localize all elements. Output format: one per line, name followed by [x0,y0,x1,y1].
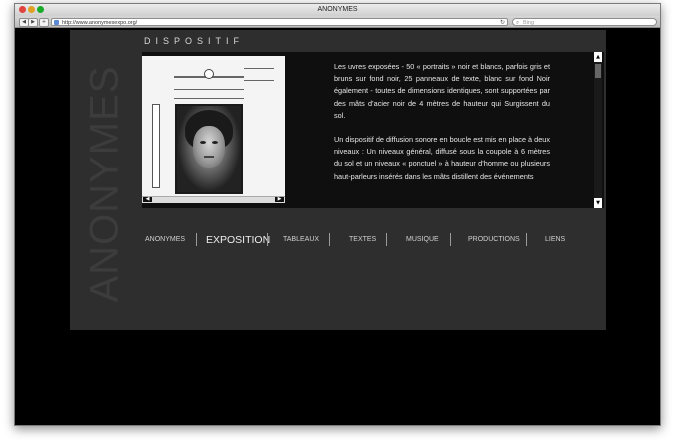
portrait-image [175,104,243,194]
diagram-image: ◀ ▶ [142,56,285,203]
browser-toolbar: ◀ ▶ + http://www.anonymesexpo.org/ ↻ ⌕ B… [15,16,660,28]
nav-item-textes[interactable]: TEXTES [349,232,376,248]
nav-item-tableaux[interactable]: TABLEAUX [283,232,319,248]
nav-separator [526,233,527,246]
scroll-left-icon[interactable]: ◀ [143,197,152,202]
nav-item-exposition[interactable]: EXPOSITION [206,232,270,248]
nav-item-productions[interactable]: PRODUCTIONS [468,232,520,248]
close-window-button[interactable] [19,6,26,13]
nav-separator [329,233,330,246]
address-url: http://www.anonymesexpo.org/ [62,20,138,26]
diagram-callout [244,68,274,69]
nav-item-anonymes[interactable]: ANONYMES [145,232,185,248]
description-text: Les uvres exposées - 50 « portraits » no… [334,61,550,195]
content-strip: ◀ ▶ Les uvres exposées - 50 « portraits … [142,52,604,208]
browser-window: ANONYMES ◀ ▶ + http://www.anonymesexpo.o… [14,3,661,426]
portrait-eye-right [212,141,218,144]
nav-separator [386,233,387,246]
forward-arrow-icon[interactable]: ▶ [28,18,38,27]
main-nav: ANONYMES EXPOSITION TABLEAUX TEXTES MUSI… [142,232,582,248]
vertical-brand-watermark: ANONYMES [82,65,127,303]
window-title: ANONYMES [317,6,358,13]
zoom-window-button[interactable] [37,6,44,13]
search-input[interactable]: ⌕ Bing [512,18,657,26]
portrait-mouth [204,156,214,158]
diagram-mast [152,104,160,188]
scroll-right-icon[interactable]: ▶ [275,197,284,202]
image-scrollbar[interactable]: ◀ ▶ [142,196,285,203]
scroll-up-icon[interactable]: ▲ [594,52,602,62]
page-viewport: ANONYMES DISPOSITIF ◀ ▶ Les uvres exposé… [15,28,660,425]
text-scrollbar[interactable]: ▲ ▼ [594,52,602,208]
diagram-dim-line [174,89,244,90]
scroll-down-icon[interactable]: ▼ [594,198,602,208]
diagram-callout-2 [244,80,274,81]
favicon-icon [54,20,59,25]
paragraph: Les uvres exposées - 50 « portraits » no… [334,62,550,120]
address-bar[interactable]: http://www.anonymesexpo.org/ ↻ [51,18,508,26]
portrait-face [193,126,225,168]
titlebar: ANONYMES [15,4,660,16]
section-title: DISPOSITIF [144,36,245,46]
scroll-thumb[interactable] [595,64,601,78]
minimize-window-button[interactable] [28,6,35,13]
reload-icon[interactable]: ↻ [500,19,505,27]
search-placeholder: Bing [523,20,535,26]
nav-separator [450,233,451,246]
nav-separator [196,233,197,246]
portrait-eye-left [200,141,206,144]
nav-item-liens[interactable]: LIENS [545,232,565,248]
search-icon: ⌕ [516,20,520,26]
diagram-dim-line-2 [174,98,244,99]
diagram-ring [204,69,214,79]
installation-diagram [144,56,283,198]
add-icon[interactable]: + [39,18,49,27]
paragraph: Un dispositif de diffusion sonore en bou… [334,135,550,181]
nav-item-musique[interactable]: MUSIQUE [406,232,439,248]
nav-separator [267,233,268,246]
main-panel: ANONYMES DISPOSITIF ◀ ▶ Les uvres exposé… [70,30,606,330]
